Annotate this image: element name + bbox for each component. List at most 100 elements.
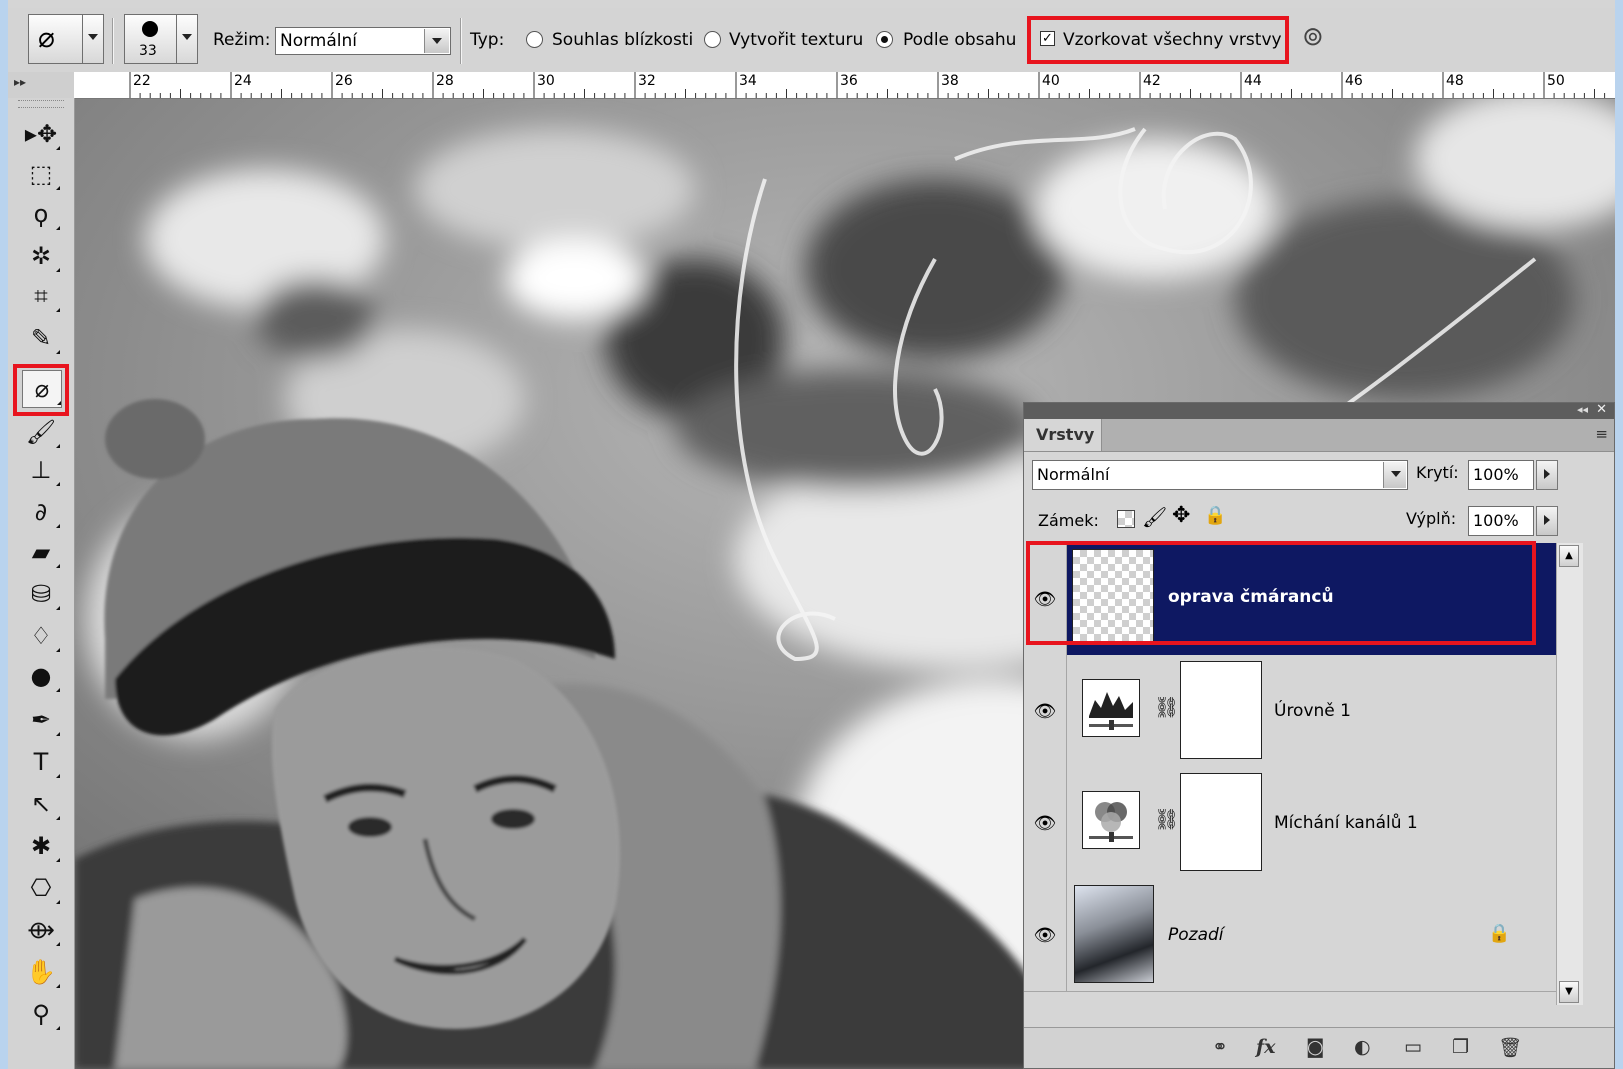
3d-rotate-icon[interactable]: ⎔ bbox=[22, 870, 60, 906]
toolbox-grip[interactable] bbox=[18, 100, 64, 108]
fill-slider-button[interactable] bbox=[1536, 506, 1558, 536]
spot-healing-brush-icon: ⌀ bbox=[38, 21, 55, 54]
tab-layers[interactable]: Vrstvy bbox=[1024, 419, 1102, 451]
layer-row[interactable]: 👁 ⛓ Úrovně 1 bbox=[1024, 655, 1556, 768]
magic-wand-icon[interactable]: ✲ bbox=[22, 238, 60, 274]
scroll-up-icon[interactable]: ▲ bbox=[1559, 545, 1579, 567]
ruler-label: 26 bbox=[335, 73, 353, 89]
type-label: Typ: bbox=[470, 30, 505, 50]
divider bbox=[112, 18, 114, 64]
radio-create-texture[interactable] bbox=[704, 31, 721, 48]
photoshop-window: ⌀ 33 Režim: Normální Typ: Souhlas blízko… bbox=[8, 0, 1615, 1069]
custom-shape-icon[interactable]: ✱ bbox=[22, 828, 60, 864]
opacity-value: 100% bbox=[1473, 465, 1519, 484]
move-icon[interactable]: ▸✥ bbox=[22, 116, 60, 152]
lock-icon: 🔒 bbox=[1488, 923, 1511, 944]
path-selection-icon[interactable]: ↖ bbox=[22, 786, 60, 822]
zoom-icon[interactable]: ⚲ bbox=[22, 996, 60, 1032]
radio-proximity-match[interactable] bbox=[526, 31, 543, 48]
layers-panel-footer: ⚭ fx ◙ ◐ ▭ ❐ 🗑 bbox=[1024, 1027, 1614, 1068]
layer-name: Pozadí bbox=[1168, 925, 1224, 945]
blend-mode-value: Normální bbox=[1037, 465, 1110, 484]
pen-icon[interactable]: ✒ bbox=[22, 702, 60, 738]
brush-icon[interactable]: 🖌 bbox=[22, 414, 60, 450]
lock-pixels-icon[interactable]: 🖌 bbox=[1142, 505, 1167, 529]
layer-name: Úrovně 1 bbox=[1274, 701, 1351, 721]
ruler-label: 50 bbox=[1547, 73, 1565, 89]
brush-picker[interactable]: 33 bbox=[124, 14, 178, 64]
lock-all-icon[interactable]: 🔒 bbox=[1204, 505, 1226, 526]
opacity-slider-button[interactable] bbox=[1536, 460, 1558, 490]
histogram-icon bbox=[1089, 692, 1133, 730]
radio-create-texture-label: Vytvořit texturu bbox=[729, 30, 864, 50]
mode-select[interactable]: Normální bbox=[275, 27, 451, 55]
layer-row[interactable]: 👁 ⛓ Míchání kanálů 1 bbox=[1024, 767, 1556, 880]
visibility-eye-icon[interactable]: 👁 bbox=[1024, 879, 1067, 991]
hand-icon[interactable]: ✋ bbox=[22, 954, 60, 990]
chevron-down-icon bbox=[424, 29, 449, 53]
lock-position-icon[interactable]: ✥ bbox=[1172, 503, 1190, 528]
tool-preset-picker[interactable]: ⌀ bbox=[28, 14, 84, 64]
panel-tab-row: Vrstvy ≡ bbox=[1024, 419, 1614, 452]
ruler-label: 24 bbox=[234, 73, 252, 89]
brush-size-value: 33 bbox=[139, 43, 157, 59]
ruler-label: 42 bbox=[1143, 73, 1161, 89]
lock-label: Zámek: bbox=[1038, 511, 1099, 530]
lasso-icon[interactable]: ϙ bbox=[22, 196, 60, 232]
opacity-input[interactable]: 100% bbox=[1468, 460, 1534, 490]
ruler-label: 46 bbox=[1345, 73, 1363, 89]
eyedropper-icon[interactable]: ✎ bbox=[22, 320, 60, 356]
visibility-eye-icon[interactable]: 👁 bbox=[1024, 655, 1067, 767]
ruler-label: 30 bbox=[537, 73, 555, 89]
3d-orbit-icon[interactable]: ⟴ bbox=[22, 912, 60, 948]
panel-titlebar[interactable]: ◂◂ ✕ bbox=[1024, 402, 1614, 419]
layers-scrollbar[interactable]: ▲ ▼ bbox=[1556, 543, 1583, 1005]
collapse-icon[interactable]: ◂◂ bbox=[1577, 403, 1588, 416]
layer-mask-thumbnail bbox=[1180, 773, 1262, 871]
horizontal-ruler[interactable]: 22 24 26 28 30 32 34 36 38 40 42 44 46 48 50 bbox=[74, 72, 1615, 99]
crop-icon[interactable]: ⌗ bbox=[22, 278, 60, 314]
type-icon[interactable]: T bbox=[22, 744, 60, 780]
channel-circles-icon bbox=[1089, 802, 1133, 842]
ruler-label: 22 bbox=[133, 73, 151, 89]
visibility-eye-icon[interactable]: 👁 bbox=[1024, 767, 1067, 879]
panel-collapse-corner[interactable]: ▸▸ bbox=[8, 72, 74, 98]
opacity-label: Krytí: bbox=[1416, 463, 1459, 482]
brush-picker-dropdown[interactable] bbox=[176, 14, 198, 64]
ruler-label: 44 bbox=[1244, 73, 1262, 89]
paint-bucket-icon[interactable]: ⛁ bbox=[22, 576, 60, 612]
chevron-down-icon bbox=[1383, 462, 1406, 488]
marquee-icon[interactable]: ⬚ bbox=[22, 156, 60, 192]
eraser-icon[interactable]: ▰ bbox=[22, 534, 60, 570]
new-layer-icon[interactable]: ❐ bbox=[1452, 1036, 1469, 1058]
lock-transparent-icon[interactable] bbox=[1117, 510, 1135, 528]
layer-row[interactable]: 👁 Pozadí 🔒 bbox=[1024, 879, 1556, 992]
options-bar: ⌀ 33 Režim: Normální Typ: Souhlas blízko… bbox=[8, 8, 1615, 73]
blend-mode-select[interactable]: Normální bbox=[1032, 460, 1408, 490]
add-mask-icon[interactable]: ◙ bbox=[1306, 1036, 1324, 1058]
blur-icon[interactable]: ♢ bbox=[22, 618, 60, 654]
pressure-size-icon[interactable]: ⊚ bbox=[1302, 22, 1324, 52]
layers-panel: ◂◂ ✕ Vrstvy ≡ Normální Krytí: 100% Zámek… bbox=[1023, 402, 1615, 1069]
delete-layer-icon[interactable]: 🗑 bbox=[1498, 1036, 1522, 1059]
close-icon[interactable]: ✕ bbox=[1596, 402, 1607, 417]
layer-mask-thumbnail bbox=[1180, 661, 1262, 759]
dodge-icon[interactable]: ● bbox=[22, 658, 60, 694]
panel-menu-icon[interactable]: ≡ bbox=[1595, 425, 1608, 443]
new-adjustment-layer-icon[interactable]: ◐ bbox=[1354, 1036, 1371, 1058]
sample-all-layers-checkbox[interactable]: ✓ bbox=[1040, 31, 1055, 46]
tool-preset-dropdown[interactable] bbox=[82, 14, 104, 64]
fill-input[interactable]: 100% bbox=[1468, 506, 1534, 536]
scroll-down-icon[interactable]: ▼ bbox=[1559, 981, 1579, 1003]
history-brush-icon[interactable]: ∂ bbox=[22, 494, 60, 530]
clone-stamp-icon[interactable]: ⊥ bbox=[22, 452, 60, 488]
layer-style-fx-icon[interactable]: fx bbox=[1256, 1036, 1276, 1058]
radio-content-aware[interactable] bbox=[876, 31, 893, 48]
spot-healing-brush-icon[interactable]: ⌀ bbox=[22, 370, 62, 408]
new-group-icon[interactable]: ▭ bbox=[1404, 1036, 1422, 1058]
ruler-label: 40 bbox=[1042, 73, 1060, 89]
ruler-label: 32 bbox=[638, 73, 656, 89]
radio-content-aware-label: Podle obsahu bbox=[903, 30, 1017, 50]
fill-label: Výplň: bbox=[1406, 509, 1457, 528]
link-layers-icon[interactable]: ⚭ bbox=[1212, 1036, 1228, 1058]
